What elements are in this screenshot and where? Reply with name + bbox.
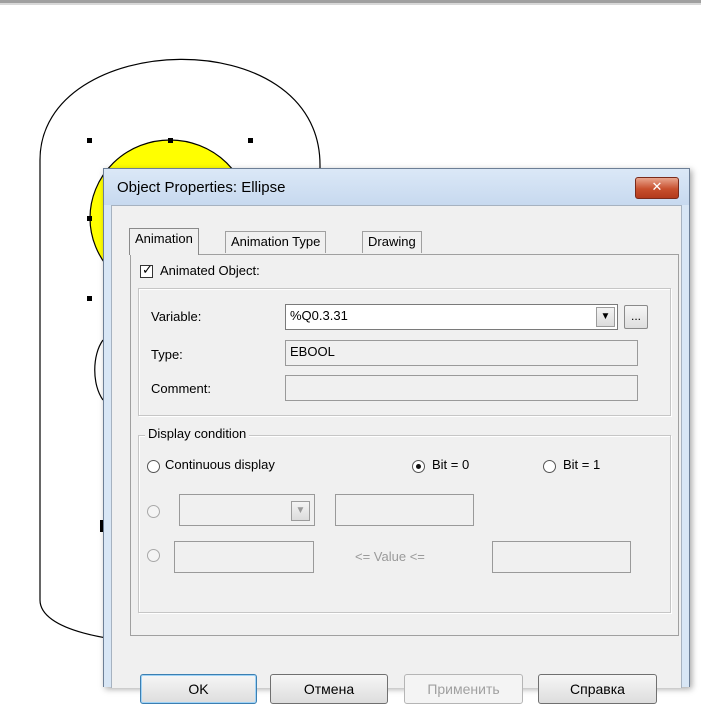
compare-operator-combobox[interactable]: ▼ [179, 494, 315, 526]
check-icon: ✓ [142, 263, 153, 278]
chevron-down-icon: ▼ [295, 505, 306, 516]
display-condition-group: Display condition Continuous display Bit… [138, 426, 671, 613]
apply-button[interactable]: Применить [404, 674, 523, 704]
range-max-field[interactable] [492, 541, 631, 573]
ok-button[interactable]: OK [140, 674, 257, 704]
type-field: EBOOL [285, 340, 638, 366]
title-bar[interactable]: Object Properties: Ellipse ✕ [104, 169, 689, 205]
bit-0-radio[interactable] [412, 460, 425, 473]
range-radio[interactable] [147, 549, 160, 562]
selection-handle [87, 296, 92, 301]
compare-radio[interactable] [147, 505, 160, 518]
bit-0-label: Bit = 0 [432, 457, 470, 472]
variable-group: Variable: %Q0.3.31 ▼ ... Type: EBOOL Com… [138, 288, 671, 416]
type-value: EBOOL [290, 344, 335, 359]
selection-handle [87, 216, 92, 221]
animation-tab-panel: ✓ Animated Object: Variable: %Q0.3.31 ▼ … [130, 254, 679, 636]
comment-label: Comment: [151, 381, 211, 396]
close-button[interactable]: ✕ [635, 177, 679, 199]
object-properties-dialog: Object Properties: Ellipse ✕ Animation A… [103, 168, 690, 704]
continuous-display-label: Continuous display [165, 457, 275, 472]
tab-animation[interactable]: Animation [129, 228, 199, 255]
animated-object-checkbox[interactable]: ✓ [140, 263, 153, 278]
ok-button-label: OK [188, 681, 209, 697]
inner-ellipse-arc [94, 339, 104, 401]
tab-animation-label: Animation [135, 231, 193, 246]
cancel-button[interactable]: Отмена [270, 674, 388, 704]
selection-handle [248, 138, 253, 143]
dialog-client-area: Animation Animation Type Drawing ✓ Anima… [111, 205, 682, 704]
compare-dropdown-button[interactable]: ▼ [291, 501, 310, 521]
variable-value: %Q0.3.31 [290, 308, 348, 323]
dialog-title: Object Properties: Ellipse [117, 179, 286, 196]
chevron-down-icon: ▼ [600, 311, 611, 322]
tab-animation-type-label: Animation Type [231, 234, 321, 249]
tab-drawing-label: Drawing [368, 234, 416, 249]
range-min-field[interactable] [174, 541, 314, 573]
type-label: Type: [151, 347, 183, 362]
animated-object-label: Animated Object: [160, 263, 260, 278]
close-icon: ✕ [651, 180, 663, 195]
display-condition-caption: Display condition [145, 426, 250, 441]
help-button-label: Справка [570, 681, 625, 697]
bit-1-label: Bit = 1 [563, 457, 601, 472]
tab-animation-type[interactable]: Animation Type [225, 231, 327, 253]
variable-browse-button[interactable]: ... [624, 305, 648, 329]
browse-button-label: ... [630, 309, 641, 323]
bit-1-radio[interactable] [543, 460, 556, 473]
variable-combobox[interactable]: %Q0.3.31 ▼ [285, 304, 618, 330]
comment-field [285, 375, 638, 401]
continuous-display-radio[interactable] [147, 460, 160, 473]
apply-button-label: Применить [427, 681, 500, 697]
cancel-button-label: Отмена [303, 681, 355, 697]
variable-label: Variable: [151, 309, 202, 324]
selection-handle [87, 138, 92, 143]
radio-selected-dot [416, 464, 421, 469]
compare-value-field[interactable] [335, 494, 474, 526]
selection-handle [168, 138, 173, 143]
help-button[interactable]: Справка [538, 674, 657, 704]
range-value-label: <= Value <= [355, 549, 425, 564]
tab-drawing[interactable]: Drawing [362, 231, 422, 253]
variable-dropdown-button[interactable]: ▼ [596, 307, 615, 327]
